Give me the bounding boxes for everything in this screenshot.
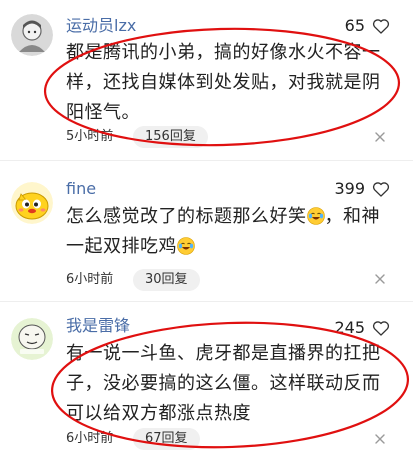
laughing-tears-emoji-icon (306, 207, 325, 225)
reply-count-button[interactable]: 156回复 (133, 126, 208, 148)
timestamp: 6小时前 (66, 272, 114, 287)
username[interactable]: 运动员lzx (66, 16, 136, 36)
heart-icon[interactable] (371, 16, 391, 36)
comment-text: 有一说一斗鱼、虎牙都是直播界的扛把子，没必要搞的这么僵。这样联动反而可以给双方都… (66, 343, 381, 424)
like-count: 245 (334, 318, 365, 337)
comment-text: 都是腾讯的小弟，搞的好像水火不容一样，还找自媒体到处发贴，对我就是阴阳怪气。 (66, 42, 381, 123)
heart-icon[interactable] (371, 179, 391, 199)
comment-item: 我是雷锋 245 有一说一斗鱼、虎牙都是直播界的扛把子，没必要搞的这么僵。这样联… (0, 301, 413, 473)
avatar[interactable] (11, 318, 53, 360)
yellow-bird-avatar-icon (11, 182, 53, 224)
more-options-icon[interactable] (373, 432, 387, 446)
comment-text-part: 怎么感觉改了的标题那么好笑 (66, 206, 307, 227)
gray-cartoon-avatar-icon (11, 14, 53, 56)
laughing-tears-emoji-icon (177, 237, 195, 255)
more-options-icon[interactable] (373, 272, 387, 286)
green-meme-avatar-icon (11, 318, 53, 360)
username[interactable]: 我是雷锋 (66, 316, 130, 336)
comment-item: 运动员lzx 65 都是腾讯的小弟，搞的好像水火不容一样，还找自媒体到处发贴，对… (0, 0, 413, 150)
comment-text: 怎么感觉改了的标题那么好笑 ，和神一起双排吃鸡 (66, 202, 396, 262)
timestamp: 6小时前 (66, 431, 114, 446)
username[interactable]: fine (66, 179, 96, 199)
avatar[interactable] (11, 182, 53, 224)
avatar[interactable] (11, 14, 53, 56)
reply-count-button[interactable]: 67回复 (133, 428, 200, 450)
comment-item: fine 399 怎么感觉改了的标题那么好笑 ，和神一起双排吃鸡 6小时前 30回… (0, 160, 413, 300)
more-options-icon[interactable] (373, 130, 387, 144)
like-count: 65 (344, 16, 365, 35)
timestamp: 5小时前 (66, 129, 114, 144)
like-count: 399 (334, 179, 365, 198)
heart-icon[interactable] (371, 318, 391, 338)
reply-count-button[interactable]: 30回复 (133, 269, 200, 291)
